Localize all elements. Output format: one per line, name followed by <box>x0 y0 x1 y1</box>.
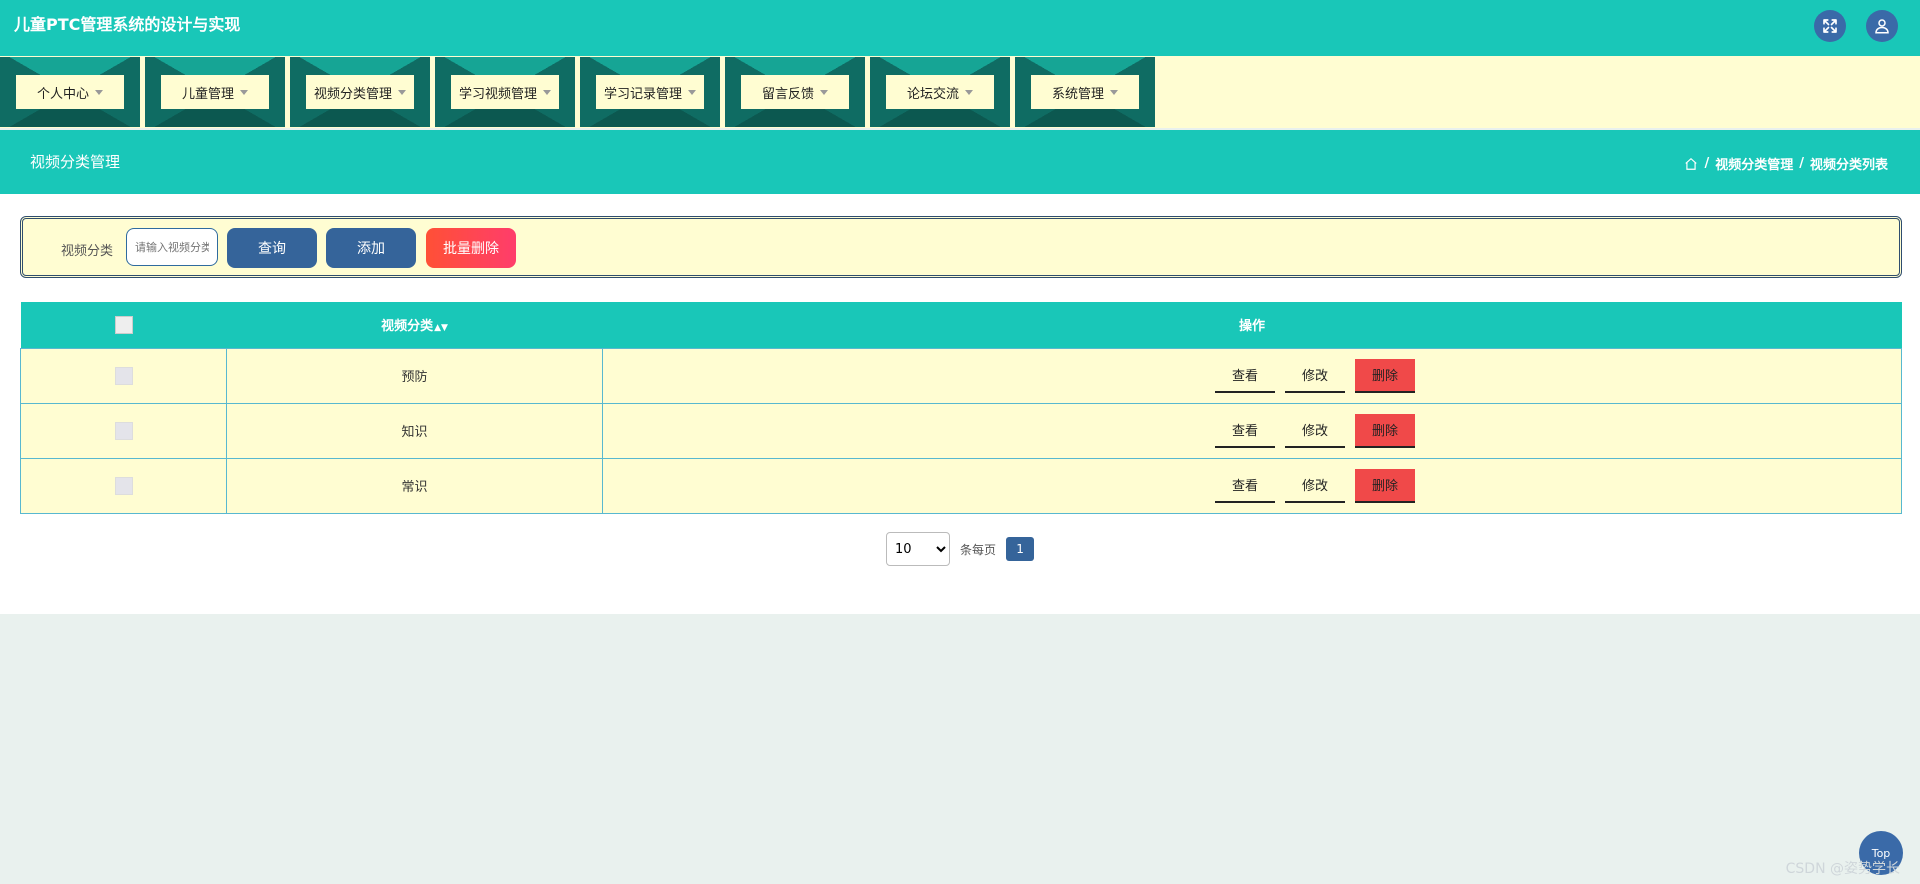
header-category[interactable]: 视频分类▲▼ <box>226 302 603 348</box>
header-checkbox-cell <box>20 302 227 348</box>
nav-item-child-management[interactable]: 儿童管理 <box>145 57 285 127</box>
main-nav: 个人中心 儿童管理 视频分类管理 学习视频管理 学习记录管理 留言反馈 论坛交流… <box>0 56 1920 128</box>
edit-button[interactable]: 修改 <box>1285 468 1345 503</box>
delete-button[interactable]: 删除 <box>1355 413 1415 448</box>
category-table: 视频分类▲▼ 操作 预防 查看 修改 删除 知识 查看 修改 删除 常识 查看 … <box>20 302 1902 514</box>
row-actions: 查看 修改 删除 <box>603 468 1901 503</box>
pagination: 10 条每页 1 <box>886 532 1035 566</box>
main-content: 视频分类 查询 添加 批量删除 视频分类▲▼ 操作 预防 查看 修改 删除 <box>0 194 1920 614</box>
nav-item-inner: 学习记录管理 <box>596 75 704 109</box>
row-checkbox-cell <box>20 457 227 514</box>
nav-item-label: 儿童管理 <box>181 86 234 102</box>
nav-item-label: 个人中心 <box>36 86 89 102</box>
page-header: 视频分类管理 / 视频分类管理 / 视频分类列表 <box>0 130 1920 194</box>
actions-cell: 查看 修改 删除 <box>602 402 1902 459</box>
fullscreen-icon[interactable] <box>1814 10 1846 42</box>
bulk-delete-button[interactable]: 批量删除 <box>426 228 516 268</box>
table-header-row: 视频分类▲▼ 操作 <box>20 302 1902 348</box>
breadcrumb: / 视频分类管理 / 视频分类列表 <box>1684 154 1888 173</box>
caret-down-icon <box>398 89 406 95</box>
caret-down-icon <box>688 89 696 95</box>
home-icon[interactable] <box>1684 157 1698 171</box>
delete-button[interactable]: 删除 <box>1355 358 1415 393</box>
caret-down-icon <box>1110 89 1118 95</box>
nav-item-personal-center[interactable]: 个人中心 <box>0 57 140 127</box>
nav-item-label: 学习记录管理 <box>603 86 682 102</box>
search-panel: 视频分类 查询 添加 批量删除 <box>20 216 1902 278</box>
table-row: 知识 查看 修改 删除 <box>20 402 1902 459</box>
view-button[interactable]: 查看 <box>1215 468 1275 503</box>
page-size-select[interactable]: 10 <box>886 532 950 566</box>
nav-item-learning-record-management[interactable]: 学习记录管理 <box>580 57 720 127</box>
sort-icon[interactable]: ▲▼ <box>434 323 448 333</box>
row-checkbox[interactable] <box>114 476 133 495</box>
row-checkbox-cell <box>20 347 227 404</box>
nav-item-label: 系统管理 <box>1051 86 1104 102</box>
page-size-suffix: 条每页 <box>960 542 997 557</box>
page-title: 视频分类管理 <box>30 153 121 171</box>
nav-item-label: 论坛交流 <box>906 86 959 102</box>
actions-cell: 查看 修改 删除 <box>602 347 1902 404</box>
nav-item-inner: 论坛交流 <box>886 75 994 109</box>
breadcrumb-item-category-management[interactable]: 视频分类管理 <box>1715 154 1793 173</box>
caret-down-icon <box>820 89 828 95</box>
add-button[interactable]: 添加 <box>326 228 416 268</box>
nav-item-forum[interactable]: 论坛交流 <box>870 57 1010 127</box>
nav-item-label: 视频分类管理 <box>313 86 392 102</box>
delete-button[interactable]: 删除 <box>1355 468 1415 503</box>
edit-button[interactable]: 修改 <box>1285 358 1345 393</box>
app-title: 儿童PTC管理系统的设计与实现 <box>14 15 241 34</box>
nav-item-system-management[interactable]: 系统管理 <box>1015 57 1155 127</box>
table-row: 预防 查看 修改 删除 <box>20 347 1902 404</box>
edit-button[interactable]: 修改 <box>1285 413 1345 448</box>
category-cell: 常识 <box>226 457 603 514</box>
caret-down-icon <box>95 89 103 95</box>
nav-item-label: 学习视频管理 <box>458 86 537 102</box>
nav-item-inner: 学习视频管理 <box>451 75 559 109</box>
top-bar: 儿童PTC管理系统的设计与实现 <box>0 0 1920 56</box>
nav-item-inner: 个人中心 <box>16 75 124 109</box>
row-actions: 查看 修改 删除 <box>603 413 1901 448</box>
breadcrumb-separator: / <box>1799 156 1804 171</box>
table-row: 常识 查看 修改 删除 <box>20 457 1902 514</box>
select-all-checkbox[interactable] <box>114 315 133 334</box>
breadcrumb-separator: / <box>1704 156 1710 171</box>
nav-item-label: 留言反馈 <box>761 86 814 102</box>
category-cell: 预防 <box>226 347 603 404</box>
nav-item-video-category-management[interactable]: 视频分类管理 <box>290 57 430 127</box>
caret-down-icon <box>240 89 248 95</box>
view-button[interactable]: 查看 <box>1215 413 1275 448</box>
nav-item-learning-video-management[interactable]: 学习视频管理 <box>435 57 575 127</box>
search-label: 视频分类 <box>61 244 114 259</box>
page-number-current[interactable]: 1 <box>1006 537 1035 561</box>
row-checkbox[interactable] <box>114 421 133 440</box>
nav-item-inner: 儿童管理 <box>161 75 269 109</box>
header-actions: 操作 <box>602 302 1902 348</box>
user-icon[interactable] <box>1866 10 1898 42</box>
view-button[interactable]: 查看 <box>1215 358 1275 393</box>
row-checkbox[interactable] <box>114 366 133 385</box>
search-input[interactable] <box>126 228 218 266</box>
breadcrumb-item-category-list: 视频分类列表 <box>1809 158 1888 173</box>
category-cell: 知识 <box>226 402 603 459</box>
caret-down-icon <box>543 89 551 95</box>
row-actions: 查看 修改 删除 <box>603 358 1901 393</box>
nav-item-inner: 留言反馈 <box>741 75 849 109</box>
nav-item-feedback[interactable]: 留言反馈 <box>725 57 865 127</box>
nav-item-inner: 视频分类管理 <box>306 75 414 109</box>
row-checkbox-cell <box>20 402 227 459</box>
caret-down-icon <box>965 89 973 95</box>
actions-cell: 查看 修改 删除 <box>602 457 1902 514</box>
nav-item-inner: 系统管理 <box>1031 75 1139 109</box>
header-category-label: 视频分类 <box>381 319 434 335</box>
query-button[interactable]: 查询 <box>227 228 317 268</box>
watermark: CSDN @姿势学长 <box>1785 861 1900 877</box>
